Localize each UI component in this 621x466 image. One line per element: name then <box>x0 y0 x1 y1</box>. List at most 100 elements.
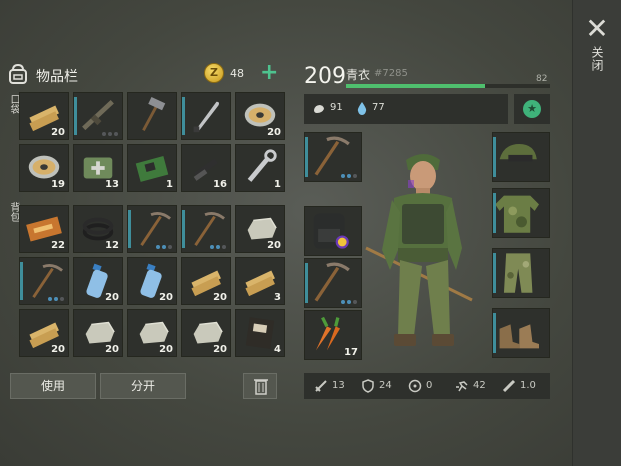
equip-slot-head[interactable] <box>492 132 550 182</box>
weight-icon <box>502 379 516 393</box>
durability-dots <box>210 245 226 249</box>
character-model <box>365 154 473 346</box>
add-coins-button[interactable]: + <box>260 60 278 85</box>
inventory-slot[interactable]: 22 <box>19 205 69 253</box>
equip-slot-legs[interactable] <box>492 248 550 298</box>
item-quantity: 22 <box>51 240 65 251</box>
item-quantity: 20 <box>51 127 65 138</box>
attribute-value: 13 <box>315 380 345 392</box>
pickaxe-hammer-icon <box>142 96 166 131</box>
durability-dots <box>341 300 357 304</box>
food-icon <box>314 105 324 113</box>
assault-rifle-icon <box>82 99 114 131</box>
equip-slot-backpack[interactable] <box>304 206 362 256</box>
pickaxe-icon <box>32 264 63 298</box>
item-quantity: 12 <box>105 240 119 251</box>
coin-icon: Z <box>204 63 224 83</box>
favorite-button[interactable]: ★ <box>514 94 550 124</box>
inventory-slot[interactable]: 1 <box>235 144 285 192</box>
attribute-value: 42 <box>456 380 486 392</box>
machete-icon <box>193 101 220 133</box>
inventory-slot[interactable]: 20 <box>127 309 177 357</box>
close-icon[interactable]: ✕ <box>584 15 610 43</box>
inventory-slot[interactable]: 4 <box>235 309 285 357</box>
item-quantity: 1 <box>274 179 281 190</box>
shield-icon <box>362 379 374 393</box>
attribute-bar: 13 24 0 42 1.0 <box>304 373 550 399</box>
attribute-value: 24 <box>362 379 392 393</box>
close-label[interactable]: 关闭 <box>588 46 606 72</box>
inventory-slot[interactable] <box>127 205 177 253</box>
backpack-icon <box>9 63 27 84</box>
equip-slot-feet[interactable] <box>492 308 550 358</box>
equip-slot-body[interactable] <box>492 188 550 238</box>
xp-max: 82 <box>536 74 548 84</box>
inventory-slot[interactable]: 3 <box>235 257 285 305</box>
trash-icon <box>254 379 268 395</box>
star-icon: ★ <box>523 100 541 118</box>
equip-slot-weapon-2[interactable] <box>304 258 362 308</box>
inventory-slot[interactable]: 1 <box>127 144 177 192</box>
inventory-header: 物品栏 Z 48 + <box>6 60 278 90</box>
inventory-slot[interactable] <box>181 205 231 253</box>
attribute-value: 0 <box>408 379 432 393</box>
item-quantity: 20 <box>267 240 281 251</box>
xp-bar-fill <box>346 84 485 88</box>
pickaxe-icon <box>194 212 225 246</box>
inventory-slot[interactable]: 20 <box>181 257 231 305</box>
item-quantity: 20 <box>213 292 227 303</box>
helmet-cap-icon <box>499 143 537 162</box>
food-value: 91 <box>330 102 343 113</box>
backpack-icon <box>313 213 349 249</box>
inventory-slot[interactable] <box>127 92 177 140</box>
coin-count: 48 <box>230 67 244 80</box>
durability-dots <box>156 245 172 249</box>
sword-icon <box>315 380 327 392</box>
pickaxe-icon <box>140 212 171 246</box>
inventory-slot[interactable] <box>73 92 123 140</box>
attribute-value: 1.0 <box>502 379 536 393</box>
inventory-slot[interactable]: 20 <box>73 309 123 357</box>
item-quantity: 3 <box>274 292 281 303</box>
inventory-slot[interactable]: 16 <box>181 144 231 192</box>
pocket-grid: 20 20 19 13 1 16 1 <box>19 92 285 192</box>
item-quantity: 20 <box>51 344 65 355</box>
character-id: #7285 <box>374 68 408 79</box>
character-level: 209 <box>304 64 346 89</box>
inventory-slot[interactable]: 20 <box>73 257 123 305</box>
inventory-slot[interactable]: 20 <box>127 257 177 305</box>
equip-slot-weapon-1[interactable] <box>304 132 362 182</box>
item-quantity: 13 <box>105 179 119 190</box>
inventory-slot[interactable]: 13 <box>73 144 123 192</box>
survival-stats: 91 77 <box>304 94 508 124</box>
inventory-slot[interactable] <box>181 92 231 140</box>
trash-button[interactable] <box>243 373 277 399</box>
item-quantity: 1 <box>166 179 173 190</box>
inventory-slot[interactable]: 20 <box>235 92 285 140</box>
item-quantity: 20 <box>105 292 119 303</box>
use-button[interactable]: 使用 <box>10 373 96 399</box>
durability-dots <box>48 297 64 301</box>
item-quantity: 20 <box>159 292 173 303</box>
radiation-icon <box>408 379 422 393</box>
backpack-grid: 22 12 20 20 20 20 3 20 20 20 20 4 <box>19 205 285 357</box>
inventory-slot[interactable]: 20 <box>19 92 69 140</box>
item-quantity: 20 <box>159 344 173 355</box>
item-quantity: 17 <box>344 347 358 358</box>
split-button[interactable]: 分开 <box>100 373 186 399</box>
inventory-slot[interactable]: 20 <box>181 309 231 357</box>
water-value: 77 <box>372 102 385 113</box>
equip-slot-food[interactable]: 17 <box>304 310 362 360</box>
inventory-slot[interactable]: 20 <box>19 309 69 357</box>
item-quantity: 20 <box>213 344 227 355</box>
xp-bar <box>346 84 550 88</box>
inventory-slot[interactable]: 20 <box>235 205 285 253</box>
durability-dots <box>341 174 357 178</box>
item-quantity: 19 <box>51 179 65 190</box>
inventory-slot[interactable]: 12 <box>73 205 123 253</box>
speed-icon <box>456 381 468 392</box>
inventory-slot[interactable]: 19 <box>19 144 69 192</box>
inventory-slot[interactable] <box>19 257 69 305</box>
pickaxe-icon <box>314 136 350 176</box>
item-quantity: 20 <box>105 344 119 355</box>
